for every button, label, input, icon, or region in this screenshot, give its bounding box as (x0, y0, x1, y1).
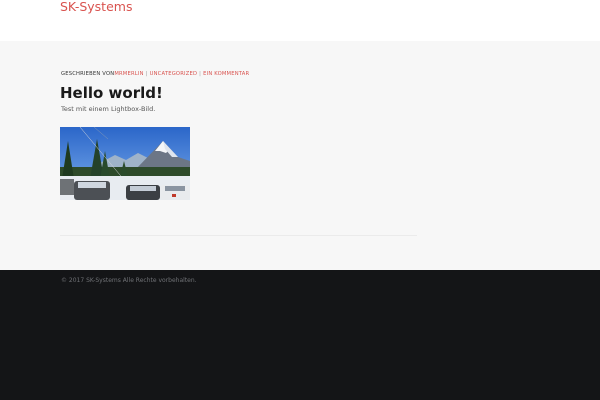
site-footer: © 2017 SK-Systems Alle Rechte vorbehalte… (0, 270, 600, 400)
post-meta: Geschrieben vonMrMerlin | Uncategorized | Ei… (61, 71, 249, 77)
category-link[interactable]: Uncategorized (150, 71, 198, 77)
author-link[interactable]: MrMerlin (114, 71, 143, 77)
meta-written-by: Geschrieben von (61, 71, 115, 77)
comments-link[interactable]: Ein Kommentar (203, 71, 249, 77)
lightbox-image-link[interactable] (60, 127, 190, 200)
main-content: Geschrieben vonMrMerlin | Uncategorized | Ei… (0, 41, 600, 270)
copyright-text: © 2017 SK-Systems Alle Rechte vorbehalte… (61, 277, 197, 284)
post-title[interactable]: Hello world! (60, 83, 163, 103)
site-title-link[interactable]: SK-Systems (60, 0, 132, 16)
post-text: Test mit einem Lightbox-Bild. (61, 105, 156, 113)
mountain-parking-photo (60, 127, 190, 200)
site-header: SK-Systems (0, 0, 600, 41)
post-divider (60, 235, 417, 236)
